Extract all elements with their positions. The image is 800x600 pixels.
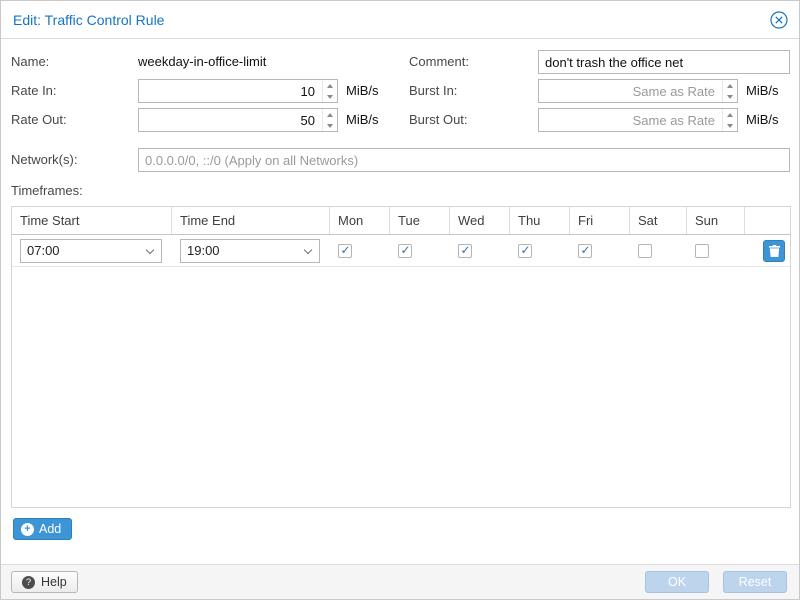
col-header-actions bbox=[745, 207, 790, 234]
col-header-mon[interactable]: Mon bbox=[330, 207, 390, 234]
reset-button[interactable]: Reset bbox=[723, 571, 787, 593]
chevron-down-icon bbox=[304, 245, 312, 253]
rate-out-spin-up-icon[interactable] bbox=[322, 109, 337, 120]
delete-row-button[interactable] bbox=[763, 240, 785, 262]
burst-out-spin-down-icon[interactable] bbox=[722, 120, 737, 131]
day-checkbox-wed[interactable] bbox=[458, 244, 472, 258]
close-icon[interactable] bbox=[770, 11, 788, 29]
time-start-value: 07:00 bbox=[27, 243, 60, 258]
day-checkbox-fri[interactable] bbox=[578, 244, 592, 258]
rate-out-spinner bbox=[322, 109, 337, 131]
networks-label: Network(s): bbox=[11, 152, 77, 167]
timeframes-label: Timeframes: bbox=[11, 183, 83, 198]
burst-in-spinner bbox=[722, 80, 737, 102]
time-start-select[interactable]: 07:00 bbox=[20, 239, 162, 263]
rate-out-label: Rate Out: bbox=[11, 112, 67, 127]
day-checkbox-tue[interactable] bbox=[398, 244, 412, 258]
burst-out-spinner bbox=[722, 109, 737, 131]
add-button-label: Add bbox=[39, 522, 61, 536]
day-checkbox-sun[interactable] bbox=[695, 244, 709, 258]
timeframes-table: Time Start Time End Mon Tue Wed Thu Fri … bbox=[11, 206, 791, 508]
col-header-tue[interactable]: Tue bbox=[390, 207, 450, 234]
col-header-sat[interactable]: Sat bbox=[630, 207, 687, 234]
burst-out-label: Burst Out: bbox=[409, 112, 468, 127]
rate-in-input[interactable] bbox=[138, 79, 338, 103]
ok-button[interactable]: OK bbox=[645, 571, 709, 593]
col-header-sun[interactable]: Sun bbox=[687, 207, 745, 234]
burst-out-unit: MiB/s bbox=[746, 112, 779, 127]
time-end-select[interactable]: 19:00 bbox=[180, 239, 320, 263]
col-header-time-end[interactable]: Time End bbox=[172, 207, 330, 234]
help-icon: ? bbox=[22, 576, 35, 589]
trash-icon bbox=[769, 245, 780, 257]
plus-circle-icon: + bbox=[21, 523, 34, 536]
day-checkbox-thu[interactable] bbox=[518, 244, 532, 258]
rate-out-spin-down-icon[interactable] bbox=[322, 120, 337, 131]
rate-out-unit: MiB/s bbox=[346, 112, 379, 127]
rate-in-spin-down-icon[interactable] bbox=[322, 91, 337, 102]
burst-in-input[interactable] bbox=[538, 79, 738, 103]
dialog-titlebar: Edit: Traffic Control Rule bbox=[1, 1, 799, 39]
burst-out-input[interactable] bbox=[538, 108, 738, 132]
help-button[interactable]: ? Help bbox=[11, 571, 78, 593]
help-button-label: Help bbox=[41, 575, 67, 589]
col-header-time-start[interactable]: Time Start bbox=[12, 207, 172, 234]
rate-in-label: Rate In: bbox=[11, 83, 57, 98]
rate-in-spin-up-icon[interactable] bbox=[322, 80, 337, 91]
burst-out-spin-up-icon[interactable] bbox=[722, 109, 737, 120]
comment-label: Comment: bbox=[409, 54, 469, 69]
rate-in-spinner bbox=[322, 80, 337, 102]
burst-in-unit: MiB/s bbox=[746, 83, 779, 98]
dialog-footer: ? Help OK Reset bbox=[1, 564, 799, 599]
day-checkbox-mon[interactable] bbox=[338, 244, 352, 258]
page-title: Edit: Traffic Control Rule bbox=[13, 12, 164, 28]
col-header-thu[interactable]: Thu bbox=[510, 207, 570, 234]
add-button[interactable]: + Add bbox=[13, 518, 72, 540]
burst-in-spin-down-icon[interactable] bbox=[722, 91, 737, 102]
table-row[interactable]: 07:00 19:00 bbox=[12, 235, 790, 267]
burst-in-spin-up-icon[interactable] bbox=[722, 80, 737, 91]
day-checkbox-sat[interactable] bbox=[638, 244, 652, 258]
col-header-fri[interactable]: Fri bbox=[570, 207, 630, 234]
burst-in-label: Burst In: bbox=[409, 83, 457, 98]
edit-traffic-control-rule-dialog: Edit: Traffic Control Rule Name: weekday… bbox=[0, 0, 800, 600]
chevron-down-icon bbox=[146, 245, 154, 253]
time-end-value: 19:00 bbox=[187, 243, 220, 258]
name-value: weekday-in-office-limit bbox=[138, 54, 266, 69]
table-header: Time Start Time End Mon Tue Wed Thu Fri … bbox=[12, 207, 790, 235]
rate-out-input[interactable] bbox=[138, 108, 338, 132]
name-label: Name: bbox=[11, 54, 49, 69]
comment-input[interactable] bbox=[538, 50, 790, 74]
networks-input[interactable] bbox=[138, 148, 790, 172]
col-header-wed[interactable]: Wed bbox=[450, 207, 510, 234]
rate-in-unit: MiB/s bbox=[346, 83, 379, 98]
